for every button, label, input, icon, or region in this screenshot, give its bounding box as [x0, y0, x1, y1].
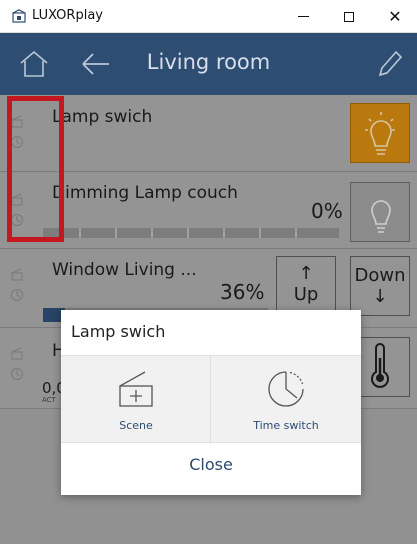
minimize-button[interactable] — [280, 0, 326, 33]
page-title: Living room — [146, 50, 271, 74]
window-titlebar: LUXORplay ✕ — [0, 0, 417, 33]
time-switch-button[interactable]: Time switch — [211, 356, 361, 444]
dialog-actions: Scene Time switch — [61, 355, 361, 444]
scene-label: Scene — [119, 419, 153, 432]
maximize-icon — [344, 11, 354, 22]
pencil-icon[interactable] — [374, 48, 404, 80]
time-switch-label: Time switch — [253, 419, 319, 432]
window-title: LUXORplay — [32, 8, 103, 23]
clock-icon — [268, 371, 304, 407]
app-icon — [12, 9, 26, 23]
dialog-title: Lamp swich — [71, 322, 166, 341]
close-icon: ✕ — [388, 7, 402, 26]
device-action-dialog: Lamp swich Scene Time switch Close — [61, 310, 361, 495]
dialog-close-button[interactable]: Close — [61, 455, 361, 474]
minimize-icon — [297, 16, 309, 17]
window-close-button[interactable]: ✕ — [372, 0, 417, 33]
scene-button[interactable]: Scene — [61, 356, 211, 444]
maximize-button[interactable] — [326, 0, 372, 33]
scene-icon — [119, 371, 153, 407]
app-header: Living room — [0, 33, 417, 95]
